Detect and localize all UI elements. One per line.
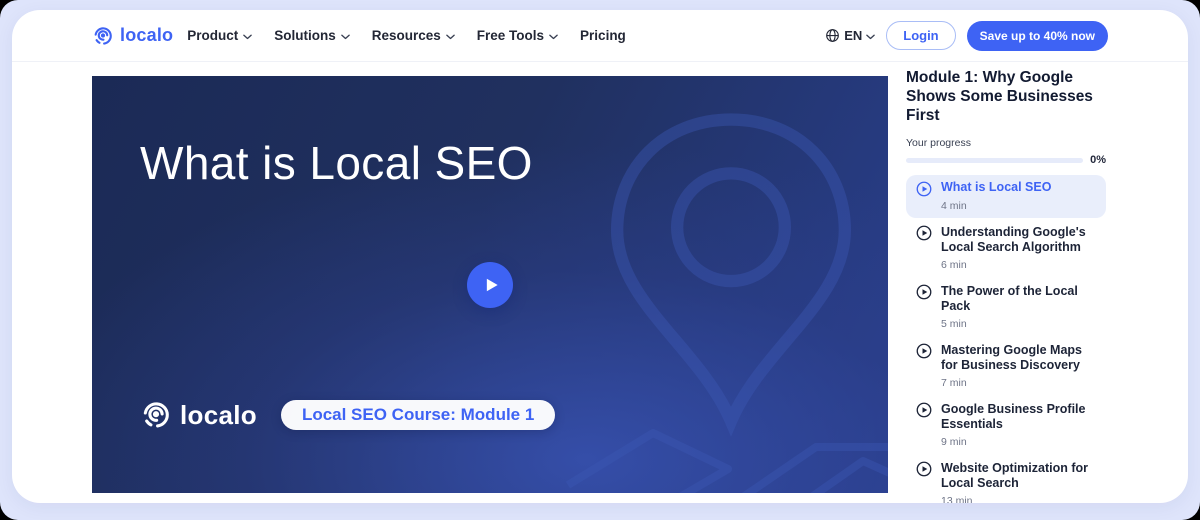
lesson-play-icon	[916, 461, 932, 477]
map-roads-icon	[558, 389, 888, 493]
nav-item[interactable]: Resources	[372, 28, 455, 43]
nav-item-label: Pricing	[580, 28, 626, 43]
lesson-item[interactable]: The Power of the Local Pack 5 min	[906, 279, 1106, 336]
module-title: Module 1: Why Google Shows Some Business…	[906, 68, 1106, 125]
lesson-play-icon	[916, 343, 932, 359]
language-label: EN	[844, 28, 862, 43]
chevron-down-icon	[243, 28, 252, 43]
chevron-down-icon	[866, 34, 875, 40]
progress-bar	[906, 158, 1083, 163]
nav-item-label: Solutions	[274, 28, 336, 43]
progress-percent: 0%	[1090, 154, 1106, 166]
lesson-duration: 6 min	[941, 258, 1096, 272]
lesson-title: Mastering Google Maps for Business Disco…	[941, 343, 1096, 374]
nav-item-label: Product	[187, 28, 238, 43]
save-discount-button[interactable]: Save up to 40% now	[967, 21, 1108, 51]
play-button[interactable]	[467, 262, 513, 308]
progress-label: Your progress	[906, 137, 1106, 149]
lesson-item[interactable]: What is Local SEO 4 min	[906, 175, 1106, 218]
lesson-play-icon	[916, 225, 932, 241]
lesson-play-icon	[916, 284, 932, 300]
top-navigation-bar: localo Product Solutions	[12, 10, 1188, 62]
chevron-down-icon	[549, 28, 558, 43]
nav-item[interactable]: Free Tools	[477, 28, 558, 43]
globe-icon	[825, 28, 840, 43]
nav-item[interactable]: Product	[187, 28, 252, 43]
video-title: What is Local SEO	[140, 132, 533, 195]
localo-logo-icon	[92, 25, 114, 47]
page-background: localo Product Solutions	[0, 0, 1200, 520]
main-nav: Product Solutions	[187, 28, 626, 43]
lesson-item[interactable]: Google Business Profile Essentials 9 min	[906, 397, 1106, 454]
lesson-duration: 9 min	[941, 435, 1096, 449]
page-card: localo Product Solutions	[12, 10, 1188, 503]
course-sidebar: Module 1: Why Google Shows Some Business…	[906, 68, 1106, 503]
lesson-play-icon	[916, 181, 932, 197]
lesson-item[interactable]: Mastering Google Maps for Business Disco…	[906, 338, 1106, 395]
localo-logo[interactable]: localo	[92, 25, 173, 47]
lesson-duration: 13 min	[941, 494, 1096, 504]
video-localo-logo: localo	[140, 399, 257, 431]
nav-item[interactable]: Pricing	[580, 28, 626, 43]
lesson-title: The Power of the Local Pack	[941, 284, 1096, 315]
progress-bar-row: 0%	[906, 154, 1106, 166]
lesson-title: Google Business Profile Essentials	[941, 402, 1096, 433]
video-footer: localo Local SEO Course: Module 1	[140, 399, 555, 431]
chevron-down-icon	[446, 28, 455, 43]
lesson-item[interactable]: Website Optimization for Local Search 13…	[906, 456, 1106, 504]
lesson-list: What is Local SEO 4 min Understanding Go…	[906, 175, 1106, 503]
lesson-title: Understanding Google's Local Search Algo…	[941, 225, 1096, 256]
video-logo-text: localo	[180, 400, 257, 431]
lesson-duration: 4 min	[941, 199, 1096, 213]
login-button[interactable]: Login	[886, 21, 955, 50]
lesson-duration: 7 min	[941, 376, 1096, 390]
nav-item-label: Resources	[372, 28, 441, 43]
nav-item[interactable]: Solutions	[274, 28, 350, 43]
lesson-duration: 5 min	[941, 317, 1096, 331]
play-icon	[481, 275, 501, 295]
nav-item-label: Free Tools	[477, 28, 544, 43]
course-module-badge: Local SEO Course: Module 1	[281, 400, 555, 430]
lesson-play-icon	[916, 402, 932, 418]
lesson-title: Website Optimization for Local Search	[941, 461, 1096, 492]
lesson-title: What is Local SEO	[941, 180, 1096, 197]
language-selector[interactable]: EN	[825, 28, 875, 43]
localo-logo-icon	[140, 399, 172, 431]
localo-logo-text: localo	[120, 25, 173, 46]
lesson-item[interactable]: Understanding Google's Local Search Algo…	[906, 220, 1106, 277]
video-player[interactable]: What is Local SEO localo Local SEO Cours…	[92, 76, 888, 493]
chevron-down-icon	[341, 28, 350, 43]
